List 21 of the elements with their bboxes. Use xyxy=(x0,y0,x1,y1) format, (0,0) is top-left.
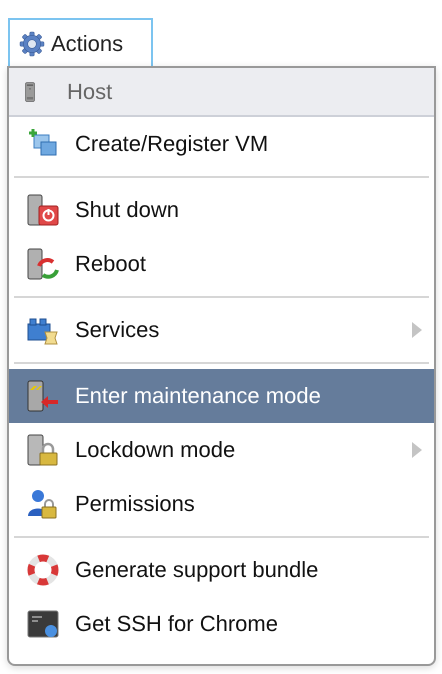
submenu-arrow-icon xyxy=(412,442,422,458)
user-lock-icon xyxy=(27,488,59,520)
actions-button[interactable]: Actions xyxy=(8,18,153,67)
menu-item[interactable]: Generate support bundle xyxy=(9,543,434,597)
terminal-icon xyxy=(27,608,59,640)
submenu-arrow-icon xyxy=(412,322,422,338)
menu-item[interactable]: Lockdown mode xyxy=(9,423,434,477)
menu-item[interactable]: Enter maintenance mode xyxy=(9,369,434,423)
menu-item[interactable]: Services xyxy=(9,303,434,357)
menu-item[interactable]: Create/Register VM xyxy=(9,117,434,171)
server-lock-icon xyxy=(27,434,59,466)
server-power-icon xyxy=(27,194,59,226)
gear-icon xyxy=(19,30,45,56)
server-restart-icon xyxy=(27,248,59,280)
lifebuoy-icon xyxy=(27,554,59,586)
menu-item[interactable]: Reboot xyxy=(9,237,434,291)
menu-item[interactable]: Shut down xyxy=(9,183,434,237)
menu-item[interactable]: Get SSH for Chrome xyxy=(9,597,434,651)
server-arrow-icon xyxy=(27,380,59,412)
menu-item[interactable]: Permissions xyxy=(9,477,434,531)
menu-header-label: Host xyxy=(67,78,112,104)
